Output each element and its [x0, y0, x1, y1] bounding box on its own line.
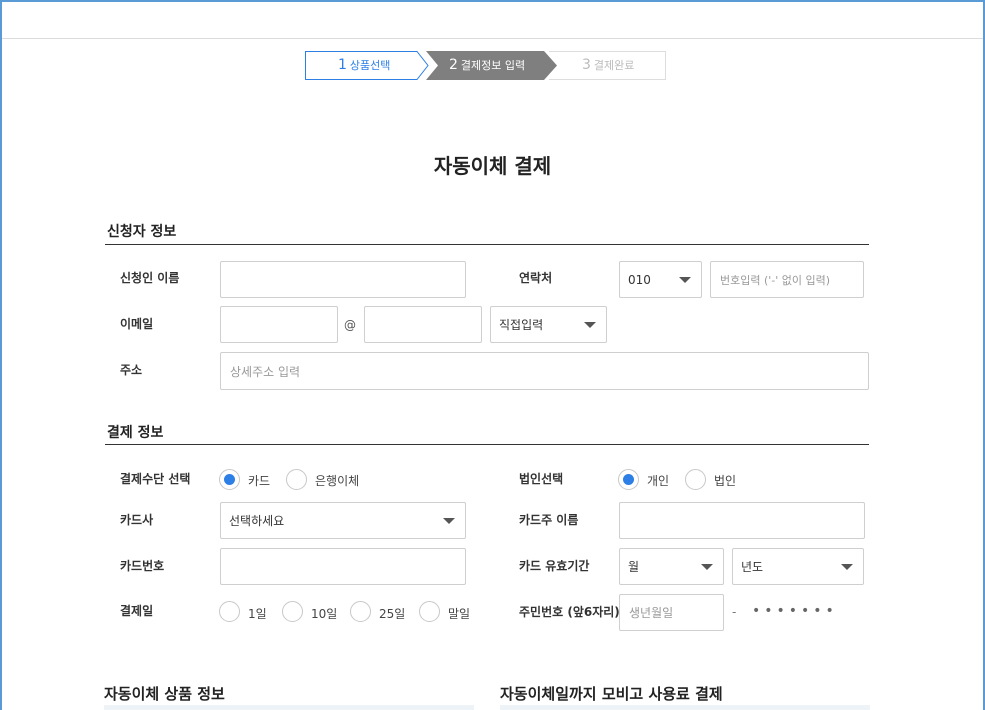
step-1-number: 1	[338, 57, 347, 73]
card-company-label: 카드사	[120, 513, 154, 527]
usage-fee-panel	[500, 705, 870, 710]
usage-fee-title: 자동이체일까지 모비고 사용료 결제	[500, 685, 723, 703]
pay-day-1-label: 1일	[248, 607, 267, 621]
phone-prefix-select[interactable]: 010	[619, 261, 702, 298]
address-input[interactable]: 상세주소 입력	[220, 352, 869, 390]
card-company-select[interactable]: 선택하세요	[220, 502, 466, 539]
expiry-year-select[interactable]: 년도	[732, 548, 864, 585]
applicant-name-label: 신청인 이름	[120, 271, 180, 285]
pay-day-10-radio[interactable]	[282, 601, 303, 622]
card-expiry-label: 카드 유효기간	[519, 559, 590, 573]
step-3: 3 결제완료	[582, 51, 634, 80]
email-label: 이메일	[120, 317, 154, 331]
pay-day-25-radio[interactable]	[350, 601, 371, 622]
step-3-number: 3	[582, 57, 591, 73]
chevron-down-icon	[701, 563, 713, 570]
step-1-label: 상품선택	[349, 59, 391, 72]
step-1: 1 상품선택	[338, 51, 390, 80]
corp-company-radio[interactable]	[685, 469, 706, 490]
pay-day-25-label: 25일	[379, 607, 406, 621]
email-domain-input[interactable]	[364, 306, 482, 343]
contact-label: 연락처	[519, 271, 553, 285]
resident-number-input[interactable]: 생년월일	[619, 594, 724, 631]
payment-method-bank-label: 은행이체	[315, 474, 360, 488]
page-title: 자동이체 결제	[433, 154, 552, 178]
payment-section-divider	[105, 444, 869, 445]
corp-personal-label: 개인	[647, 474, 670, 488]
chevron-down-icon	[584, 321, 596, 328]
expiry-month-value: 월	[628, 560, 640, 574]
expiry-year-value: 년도	[741, 560, 764, 574]
pay-day-1-radio[interactable]	[219, 601, 240, 622]
email-domain-select-value: 직접입력	[499, 318, 544, 332]
step-2: 2 결제정보 입력	[449, 51, 525, 80]
payment-method-bank-radio[interactable]	[286, 469, 307, 490]
corp-company-label: 법인	[714, 474, 737, 488]
card-owner-label: 카드주 이름	[519, 513, 579, 527]
pay-day-label: 결제일	[120, 604, 154, 618]
step-2-label: 결제정보 입력	[460, 59, 526, 72]
corp-select-label: 법인선택	[519, 472, 564, 486]
step-2-number: 2	[449, 57, 458, 73]
applicant-section-divider	[105, 244, 869, 245]
header-divider	[2, 38, 983, 39]
product-info-title: 자동이체 상품 정보	[104, 685, 225, 703]
chevron-down-icon	[443, 517, 455, 524]
email-domain-select[interactable]: 직접입력	[490, 306, 607, 343]
resident-number-mask: •••••••	[752, 603, 838, 619]
pay-day-10-label: 10일	[311, 607, 338, 621]
chevron-down-icon	[679, 276, 691, 283]
applicant-section-title: 신청자 정보	[107, 224, 177, 240]
resident-number-label: 주민번호 (앞6자리)	[519, 605, 620, 619]
card-owner-input[interactable]	[619, 502, 865, 539]
applicant-name-input[interactable]	[220, 261, 466, 298]
phone-number-input[interactable]: 번호입력 ('-' 없이 입력)	[710, 261, 864, 298]
card-number-input[interactable]	[220, 548, 466, 585]
expiry-month-select[interactable]: 월	[619, 548, 724, 585]
card-company-select-value: 선택하세요	[229, 514, 285, 528]
card-number-label: 카드번호	[120, 559, 165, 573]
address-label: 주소	[120, 363, 143, 377]
step-3-label: 결제완료	[593, 59, 635, 72]
payment-method-card-label: 카드	[248, 474, 271, 488]
chevron-down-icon	[841, 563, 853, 570]
product-info-panel	[104, 705, 474, 710]
pay-day-last-label: 말일	[448, 607, 471, 621]
email-at-sign: @	[344, 318, 356, 332]
email-local-input[interactable]	[220, 306, 338, 343]
pay-day-last-radio[interactable]	[419, 601, 440, 622]
payment-method-label: 결제수단 선택	[120, 472, 191, 486]
phone-prefix-value: 010	[628, 272, 651, 287]
corp-personal-radio[interactable]	[618, 469, 639, 490]
resident-number-dash: -	[732, 605, 737, 619]
payment-method-card-radio[interactable]	[219, 469, 240, 490]
payment-section-title: 결제 정보	[107, 425, 164, 441]
